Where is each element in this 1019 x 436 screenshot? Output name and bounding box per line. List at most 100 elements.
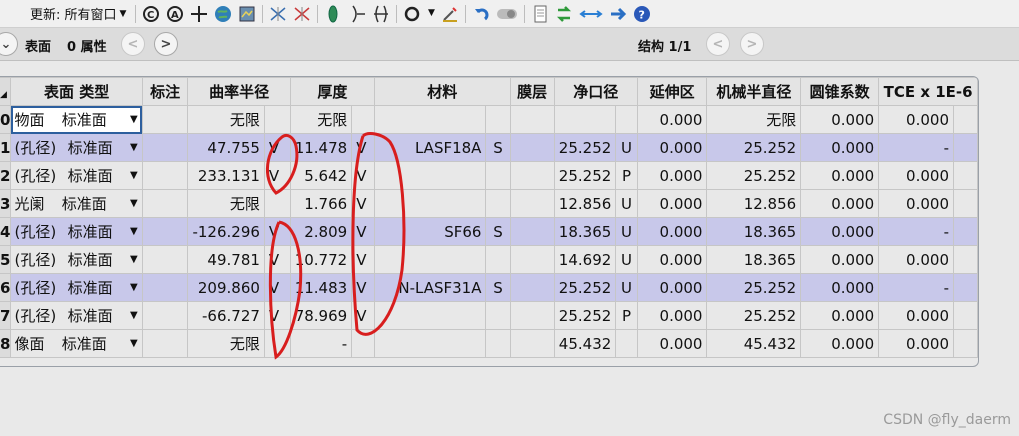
chevron-down-icon[interactable]: ▼ [130, 226, 138, 237]
material-solve-cell[interactable] [485, 189, 511, 218]
mech-semi-dia-cell[interactable]: 45.432 [706, 329, 802, 358]
update-dropdown[interactable]: 更新: 所有窗口 ▼ [0, 4, 126, 23]
page-icon[interactable] [531, 5, 549, 23]
thickness-cell[interactable]: 11.478 [289, 133, 353, 162]
tce-cell[interactable]: 0.000 [878, 245, 954, 274]
thickness-solve-cell[interactable]: V [351, 301, 375, 330]
radius-solve-cell[interactable]: V [263, 245, 291, 274]
material-cell[interactable] [373, 301, 487, 330]
comment-cell[interactable] [141, 245, 189, 274]
tce-solve-cell[interactable] [953, 161, 978, 190]
conic-cell[interactable]: 0.000 [800, 245, 880, 274]
conic-cell[interactable]: 0.000 [800, 189, 880, 218]
toggle-icon[interactable] [496, 5, 518, 23]
thickness-solve-cell[interactable]: V [351, 217, 375, 246]
clear-semi-dia-cell[interactable]: 25.252 [553, 133, 617, 162]
col-header-radius[interactable]: 曲率半径 [187, 77, 291, 106]
tce-solve-cell[interactable] [953, 329, 978, 358]
tce-cell[interactable]: - [878, 217, 954, 246]
swap-green-icon[interactable] [555, 5, 573, 23]
clear-semi-dia-cell[interactable]: 25.252 [553, 161, 617, 190]
table-row[interactable]: 3 光阑 标准面 ▼ 无限 1.766 V 12.856 U 0.000 12.856 0.000 0.… [0, 189, 978, 218]
thickness-cell[interactable]: 5.642 [289, 161, 353, 190]
tce-cell[interactable]: 0.000 [878, 189, 954, 218]
chip-zone-cell[interactable]: 0.000 [636, 161, 708, 190]
mech-semi-dia-cell[interactable]: 18.365 [706, 217, 802, 246]
conic-cell[interactable]: 0.000 [800, 133, 880, 162]
chevron-down-icon[interactable]: ▼ [130, 282, 138, 293]
thickness-solve-cell[interactable]: V [351, 161, 375, 190]
next-config-button[interactable]: > [740, 32, 764, 56]
comment-cell[interactable] [141, 161, 189, 190]
tce-solve-cell[interactable] [953, 105, 978, 134]
material-solve-cell[interactable]: S [485, 273, 511, 302]
radius-cell[interactable]: -66.727 [187, 301, 265, 330]
clear-solve-cell[interactable]: U [615, 189, 638, 218]
coating-cell[interactable] [509, 301, 555, 330]
clear-semi-dia-cell[interactable]: 25.252 [553, 301, 617, 330]
chip-zone-cell[interactable]: 0.000 [636, 329, 708, 358]
prev-surface-button[interactable]: < [121, 32, 145, 56]
surface-type-cell[interactable]: 光阑 标准面 ▼ [10, 189, 143, 218]
col-header-clear-semi-dia[interactable]: 净口径 [553, 77, 638, 106]
radius-solve-cell[interactable]: V [263, 217, 291, 246]
chip-zone-cell[interactable]: 0.000 [636, 189, 708, 218]
radius-solve-cell[interactable]: V [263, 161, 291, 190]
chip-zone-cell[interactable]: 0.000 [636, 245, 708, 274]
clear-semi-dia-cell[interactable]: 45.432 [553, 329, 617, 358]
tce-cell[interactable]: - [878, 273, 954, 302]
radius-cell[interactable]: 无限 [187, 189, 265, 218]
prev-config-button[interactable]: < [706, 32, 730, 56]
thickness-solve-cell[interactable]: V [351, 189, 375, 218]
tce-cell[interactable]: - [878, 133, 954, 162]
chevron-down-icon[interactable]: ▼ [130, 170, 138, 181]
table-row[interactable]: 1 (孔径) 标准面 ▼ 47.755 V 11.478 V LASF18A S 25.252 U 0.… [0, 133, 978, 162]
surface-type-cell[interactable]: 像面 标准面 ▼ [10, 329, 143, 358]
mech-semi-dia-cell[interactable]: 25.252 [706, 133, 802, 162]
coating-cell[interactable] [509, 133, 555, 162]
chip-zone-cell[interactable]: 0.000 [636, 217, 708, 246]
radius-cell[interactable]: 233.131 [187, 161, 265, 190]
tce-cell[interactable]: 0.000 [878, 301, 954, 330]
material-solve-cell[interactable] [485, 161, 511, 190]
coating-cell[interactable] [509, 217, 555, 246]
clear-semi-dia-cell[interactable]: 12.856 [553, 189, 617, 218]
surface-type-cell[interactable]: (孔径) 标准面 ▼ [10, 273, 143, 302]
table-row[interactable]: 8 像面 标准面 ▼ 无限 -45.432 0.000 45.432 0.000 0.000 [0, 329, 978, 358]
material-cell[interactable] [373, 329, 487, 358]
conic-cell[interactable]: 0.000 [800, 301, 880, 330]
chevron-down-icon[interactable]: ▼ [130, 338, 138, 349]
material-cell[interactable] [373, 189, 487, 218]
table-row[interactable]: 0 物面 标准面 ▼ 无限 无限 0.000 无限 0.000 0.000 [0, 105, 978, 134]
crosshair-icon[interactable] [190, 5, 208, 23]
comment-cell[interactable] [141, 105, 189, 134]
thickness-cell[interactable]: 2.809 [289, 217, 353, 246]
mech-semi-dia-cell[interactable]: 18.365 [706, 245, 802, 274]
coating-cell[interactable] [509, 273, 555, 302]
col-header-chip-zone[interactable]: 延伸区 [636, 77, 708, 106]
chevron-down-icon[interactable]: ▼ [130, 254, 138, 265]
material-cell[interactable] [373, 161, 487, 190]
material-solve-cell[interactable] [485, 301, 511, 330]
radius-solve-cell[interactable]: V [263, 273, 291, 302]
ray-x-icon[interactable] [269, 5, 287, 23]
clear-solve-cell[interactable]: U [615, 133, 638, 162]
tce-solve-cell[interactable] [953, 301, 978, 330]
coating-cell[interactable] [509, 245, 555, 274]
conic-cell[interactable]: 0.000 [800, 161, 880, 190]
comment-cell[interactable] [141, 329, 189, 358]
lens-outline-icon[interactable] [348, 5, 366, 23]
material-cell[interactable]: N-LASF31A [373, 273, 487, 302]
globe-icon[interactable] [214, 5, 232, 23]
surface-type-cell[interactable]: (孔径) 标准面 ▼ [10, 217, 143, 246]
comment-cell[interactable] [141, 273, 189, 302]
chip-zone-cell[interactable]: 0.000 [636, 105, 708, 134]
ray-red-icon[interactable] [293, 5, 311, 23]
conic-cell[interactable]: 0.000 [800, 105, 880, 134]
tce-solve-cell[interactable] [953, 273, 978, 302]
col-header-thickness[interactable]: 厚度 [289, 77, 376, 106]
refresh-c-icon[interactable]: C [142, 5, 160, 23]
conic-cell[interactable]: 0.000 [800, 217, 880, 246]
material-solve-cell[interactable]: S [485, 133, 511, 162]
clear-solve-cell[interactable]: P [615, 161, 638, 190]
